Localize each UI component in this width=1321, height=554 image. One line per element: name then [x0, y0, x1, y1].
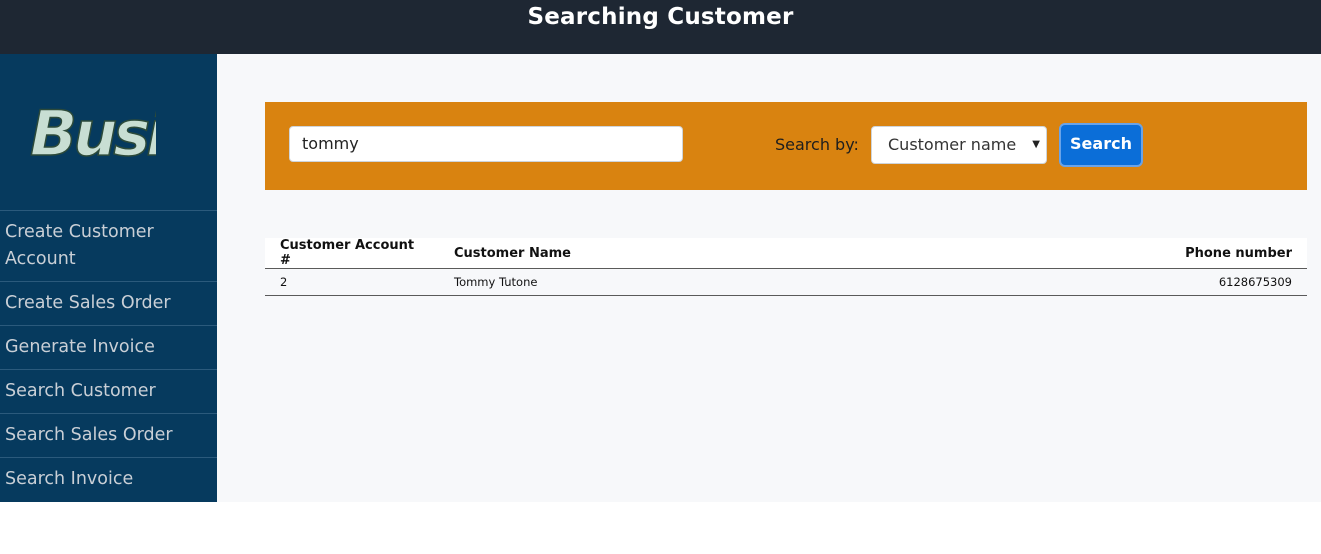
search-input[interactable]: tommy	[289, 126, 683, 162]
sidebar-item-search-invoice[interactable]: Search Invoice	[0, 458, 217, 501]
sidebar-item-create-customer-account[interactable]: Create Customer Account	[0, 211, 217, 282]
search-button[interactable]: Search	[1061, 125, 1141, 165]
page-title: Searching Customer	[527, 4, 794, 30]
cell-name: Tommy Tutone	[439, 268, 889, 296]
column-header-name[interactable]: Customer Name	[439, 238, 889, 269]
search-by-select[interactable]: Customer name ▼	[871, 126, 1047, 164]
busi-logo-image: Busi	[29, 97, 156, 169]
column-header-phone[interactable]: Phone number	[888, 238, 1307, 269]
chevron-down-icon: ▼	[1032, 139, 1040, 150]
sidebar-item-create-sales-order[interactable]: Create Sales Order	[0, 282, 217, 326]
top-header: Searching Customer	[0, 0, 1321, 54]
sidebar-item-generate-invoice[interactable]: Generate Invoice	[0, 326, 217, 370]
column-header-account[interactable]: Customer Account #	[265, 238, 439, 269]
results-table: Customer Account # Customer Name Phone n…	[265, 238, 1307, 296]
sidebar-item-search-sales-order[interactable]: Search Sales Order	[0, 414, 217, 458]
table-row[interactable]: 2 Tommy Tutone 6128675309	[265, 268, 1307, 296]
sidebar: Busi Create Customer Account Create Sale…	[0, 54, 217, 502]
search-bar: tommy Search by: Customer name ▼ Search	[265, 102, 1307, 190]
sidebar-item-search-customer[interactable]: Search Customer	[0, 370, 217, 414]
svg-text:Busi: Busi	[30, 97, 156, 169]
logo[interactable]: Busi	[0, 54, 217, 211]
search-by-label: Search by:	[775, 135, 859, 154]
search-by-selected-value: Customer name	[888, 135, 1017, 154]
table-header-row: Customer Account # Customer Name Phone n…	[265, 238, 1307, 269]
main-content: tommy Search by: Customer name ▼ Search …	[217, 54, 1321, 502]
cell-account: 2	[265, 268, 439, 296]
cell-phone: 6128675309	[888, 268, 1307, 296]
